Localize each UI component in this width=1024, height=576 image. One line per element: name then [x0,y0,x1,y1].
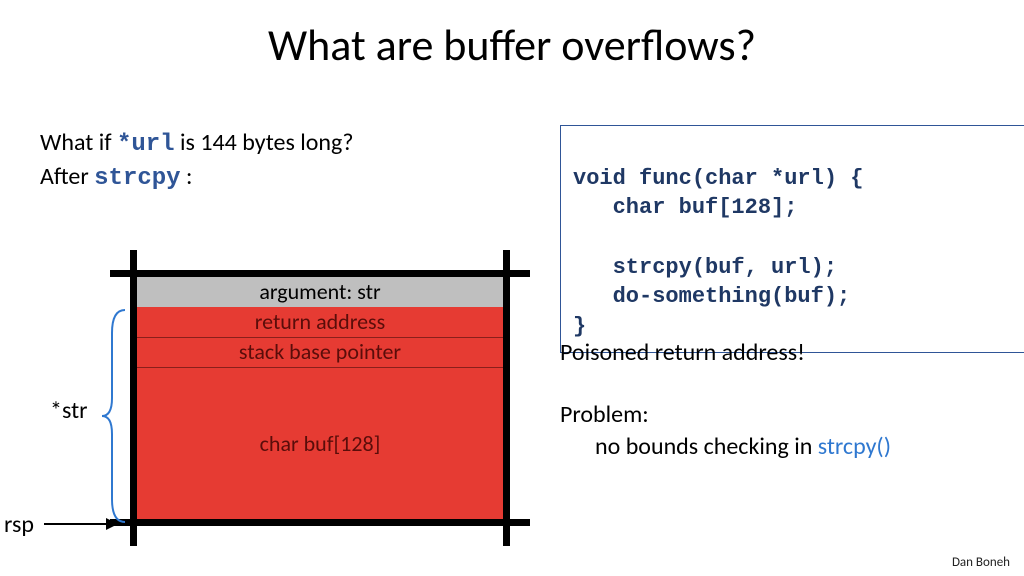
poisoned-text: Poisoned return address! [560,338,805,367]
frame-tick [510,270,530,277]
problem-detail-code: strcpy() [818,432,891,461]
frame-tick [110,270,130,277]
stack-frame-border [130,270,510,526]
after-code: strcpy [94,165,180,192]
code-listing: void func(char *url) { char buf[128]; st… [560,125,1024,353]
after-suffix: : [186,162,192,191]
frame-tick [130,250,137,270]
problem-detail: no bounds checking in strcpy() [595,432,891,461]
after-prefix: After [40,162,94,191]
problem-detail-prefix: no bounds checking in [595,432,818,461]
frame-tick [130,526,137,546]
code-line-2: char buf[128]; [573,195,797,220]
arrow-right-icon [44,523,116,525]
after-line: After strcpy : [40,162,192,192]
frame-tick [503,250,510,270]
frame-tick [510,519,530,526]
brace-icon [100,308,130,524]
question-line: What if *url is 144 bytes long? [40,128,353,158]
code-line-1: void func(char *url) { [573,166,863,191]
question-code: *url [117,131,175,158]
problem-label: Problem: [560,400,649,429]
frame-tick [503,526,510,546]
rsp-label: rsp [4,510,34,539]
star-str-label: *str [50,396,87,425]
code-line-3: strcpy(buf, url); [573,255,837,280]
slide-title: What are buffer overflows? [0,18,1024,72]
code-line-5: } [573,314,586,339]
code-line-4: do-something(buf); [573,284,850,309]
stack-diagram: argument: str return address stack base … [130,270,510,526]
footer-author: Dan Boneh [952,555,1010,570]
question-suffix: is 144 bytes long? [180,128,353,157]
question-prefix: What if [40,128,117,157]
